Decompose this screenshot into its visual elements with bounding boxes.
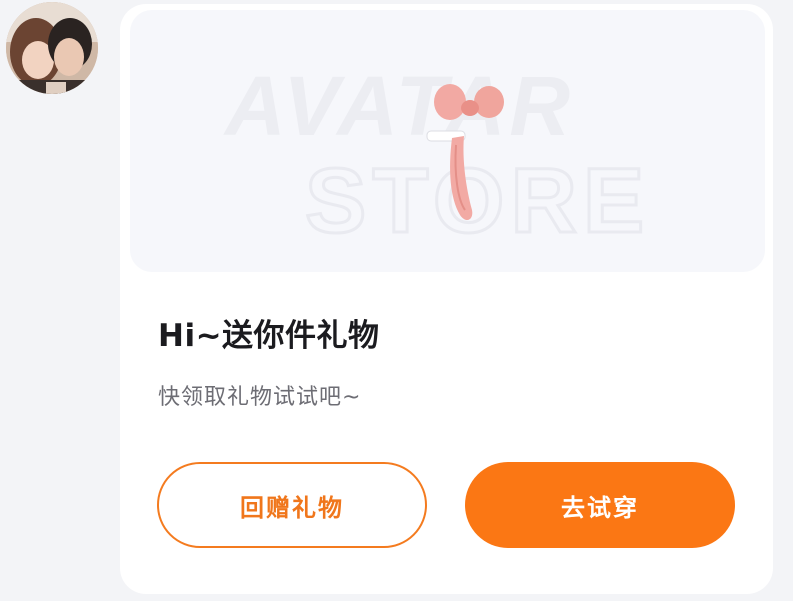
- avatar-photo-icon: [6, 2, 98, 94]
- gift-title: Hi~送你件礼物: [158, 318, 380, 354]
- gift-subtitle: 快领取礼物试试吧~: [158, 385, 362, 410]
- avatar-store-banner: AVATAR STORE: [130, 10, 765, 272]
- sender-avatar[interactable]: [6, 2, 98, 94]
- chat-screen: AVATAR STORE Hi~送你件礼物 快领取礼物试试吧~ 回赠礼物 去试穿: [0, 0, 793, 601]
- watermark-avatar: AVATAR: [223, 59, 574, 153]
- gift-card: AVATAR STORE Hi~送你件礼物 快领取礼物试试吧~ 回赠礼物 去试穿: [120, 4, 773, 594]
- return-gift-button[interactable]: 回赠礼物: [157, 462, 427, 548]
- try-on-button[interactable]: 去试穿: [465, 462, 735, 548]
- watermark-store: STORE: [305, 150, 650, 252]
- banner-artwork: AVATAR STORE: [223, 59, 650, 254]
